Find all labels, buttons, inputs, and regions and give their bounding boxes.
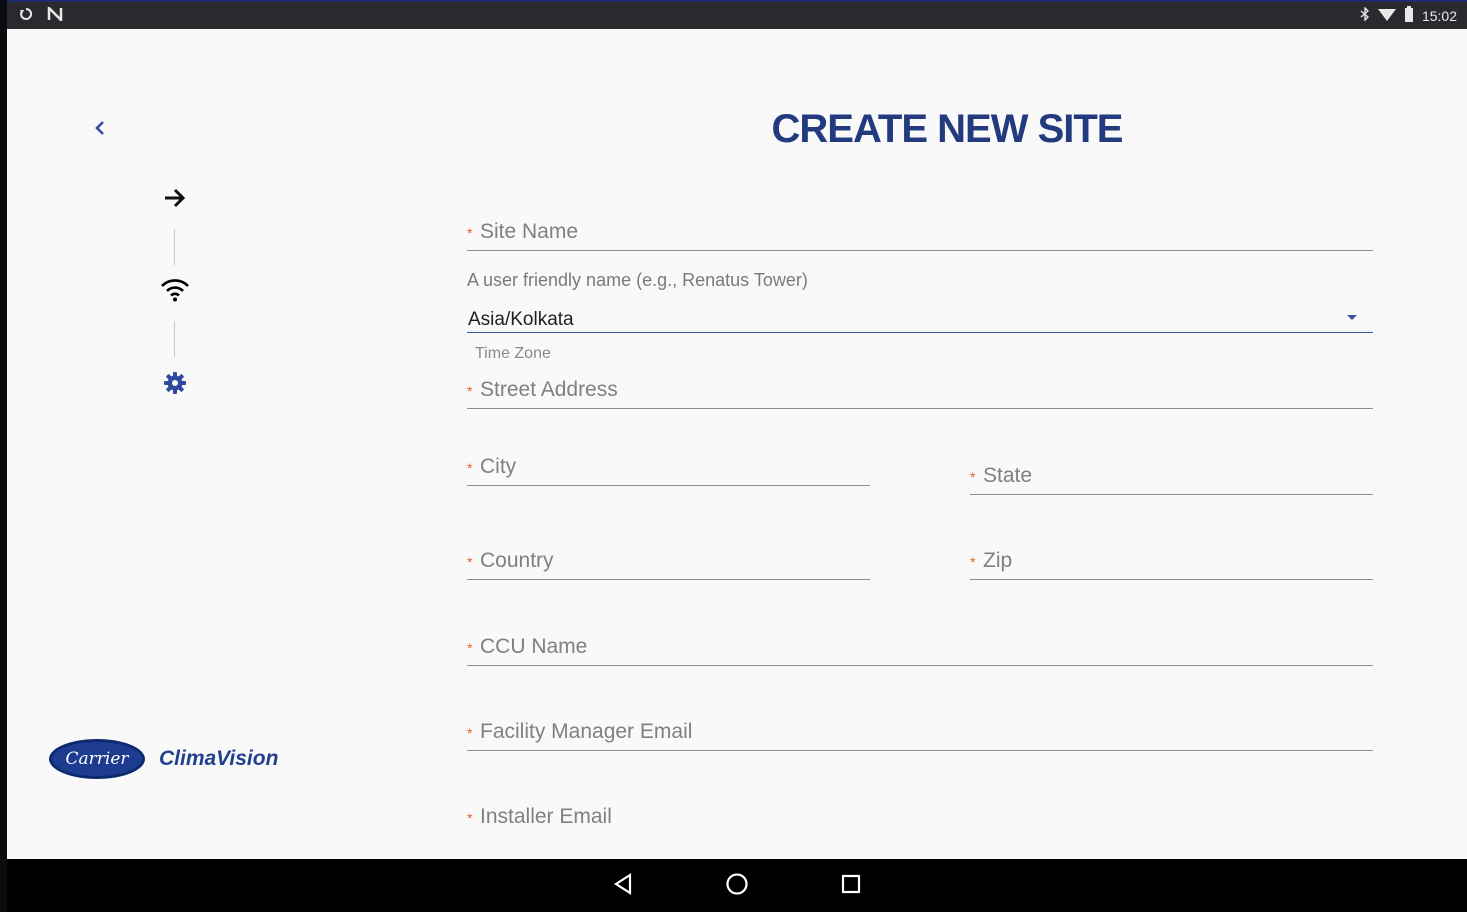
required-mark: * bbox=[467, 460, 473, 476]
gear-icon bbox=[163, 371, 187, 400]
chevron-left-icon bbox=[94, 119, 106, 142]
site-name-placeholder: Site Name bbox=[480, 220, 579, 243]
state-field[interactable]: * State bbox=[970, 463, 1373, 495]
dropdown-caret-icon bbox=[1347, 315, 1357, 320]
status-bar-right: 15:02 bbox=[1360, 6, 1457, 25]
city-placeholder: City bbox=[480, 455, 517, 478]
site-name-helper: A user friendly name (e.g., Renatus Towe… bbox=[467, 270, 808, 290]
state-placeholder: State bbox=[983, 464, 1033, 487]
street-address-field[interactable]: * Street Address bbox=[467, 377, 1373, 409]
zip-placeholder: Zip bbox=[983, 549, 1013, 572]
wifi-icon bbox=[160, 278, 190, 307]
wifi-signal-icon bbox=[1377, 7, 1396, 24]
step-arrow bbox=[155, 184, 195, 216]
nfc-icon bbox=[47, 4, 63, 26]
carrier-logo-text: Carrier bbox=[65, 749, 129, 769]
step-wifi bbox=[155, 276, 195, 308]
required-mark: * bbox=[467, 725, 473, 741]
time-zone-select[interactable]: Asia/Kolkata bbox=[467, 306, 1373, 333]
status-bar: 15:02 bbox=[7, 0, 1467, 29]
page-title: CREATE NEW SITE bbox=[771, 107, 1124, 151]
required-mark: * bbox=[467, 640, 473, 656]
back-triangle-icon bbox=[613, 872, 633, 900]
installer-email-field[interactable]: * Installer Email bbox=[467, 804, 1373, 836]
home-circle-icon bbox=[725, 872, 749, 901]
required-mark: * bbox=[467, 383, 473, 399]
required-mark: * bbox=[970, 554, 976, 570]
street-address-placeholder: Street Address bbox=[480, 378, 618, 401]
create-site-screen: CREATE NEW SITE * Site Name A user frien… bbox=[7, 29, 1467, 859]
device-frame: 15:02 CREATE NEW SITE * Site Name A user… bbox=[0, 0, 1467, 912]
zip-field[interactable]: * Zip bbox=[970, 548, 1373, 580]
arrow-right-icon bbox=[163, 187, 187, 214]
installer-email-placeholder: Installer Email bbox=[480, 805, 612, 828]
city-field[interactable]: * City bbox=[467, 454, 870, 486]
sync-icon bbox=[19, 7, 33, 26]
country-placeholder: Country bbox=[480, 549, 554, 572]
clock-text: 15:02 bbox=[1421, 7, 1457, 24]
facility-manager-email-placeholder: Facility Manager Email bbox=[480, 720, 693, 743]
bluetooth-icon bbox=[1360, 6, 1370, 24]
ccu-name-placeholder: CCU Name bbox=[480, 635, 588, 658]
time-zone-label: Time Zone bbox=[475, 345, 551, 362]
status-bar-left bbox=[19, 4, 63, 26]
ccu-name-field[interactable]: * CCU Name bbox=[467, 634, 1373, 666]
nav-home-button[interactable] bbox=[723, 872, 751, 901]
navigation-bar bbox=[7, 859, 1467, 912]
site-name-field[interactable]: * Site Name bbox=[467, 219, 1373, 251]
nav-back-button[interactable] bbox=[609, 872, 637, 900]
required-mark: * bbox=[467, 810, 473, 826]
step-connector bbox=[174, 229, 175, 265]
required-mark: * bbox=[467, 554, 473, 570]
recents-square-icon bbox=[841, 874, 861, 899]
required-mark: * bbox=[467, 225, 473, 241]
step-connector bbox=[174, 321, 175, 357]
brand-logo: Carrier ClimaVision bbox=[49, 739, 278, 779]
product-name: ClimaVision bbox=[159, 747, 279, 770]
back-button[interactable] bbox=[89, 117, 111, 143]
carrier-logo: Carrier bbox=[49, 739, 145, 779]
country-field[interactable]: * Country bbox=[467, 548, 870, 580]
step-settings bbox=[155, 369, 195, 401]
battery-icon bbox=[1404, 6, 1414, 25]
facility-manager-email-field[interactable]: * Facility Manager Email bbox=[467, 719, 1373, 751]
required-mark: * bbox=[970, 469, 976, 485]
nav-recents-button[interactable] bbox=[837, 873, 865, 899]
time-zone-value: Asia/Kolkata bbox=[468, 309, 574, 330]
